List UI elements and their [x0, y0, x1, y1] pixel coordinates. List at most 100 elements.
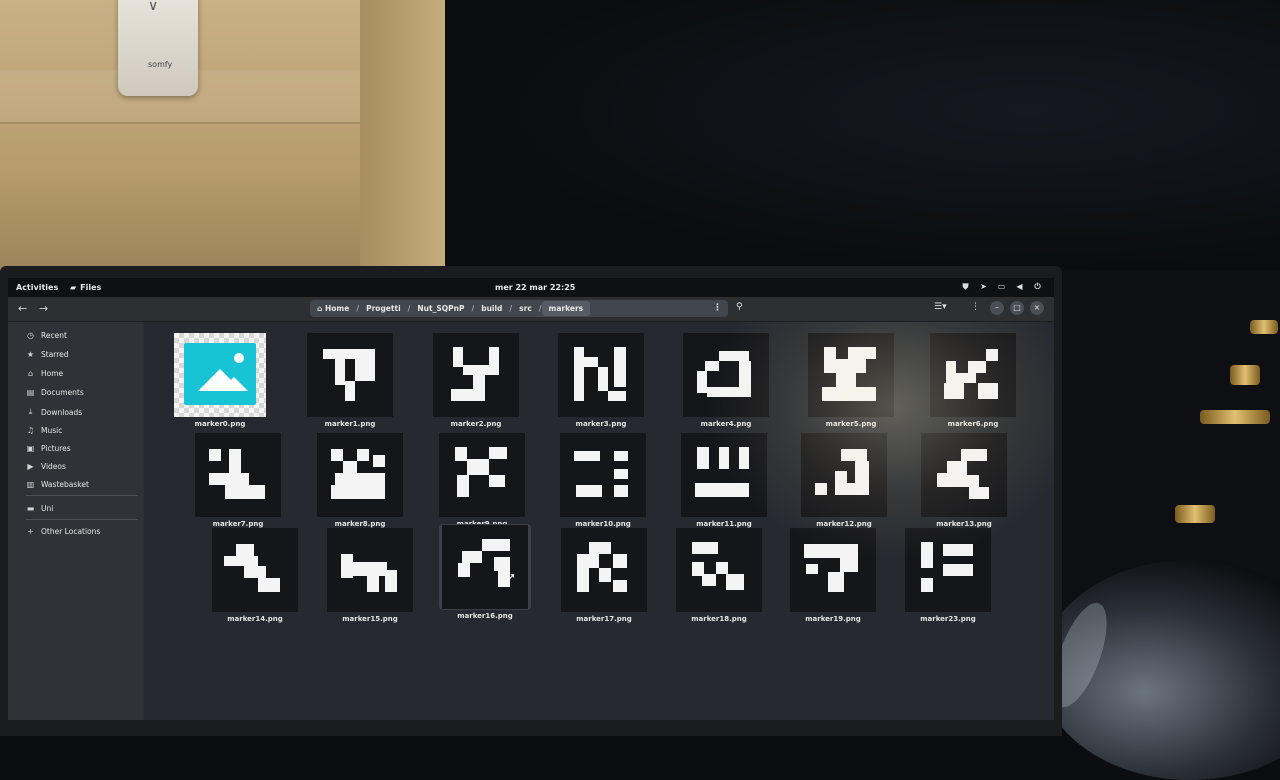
- list-view-icon[interactable]: ☰▾: [934, 302, 947, 312]
- sidebar-item-recent[interactable]: ◷ Recent: [26, 331, 67, 340]
- power-icon[interactable]: ⏻: [1033, 282, 1042, 292]
- marker-thumbnail: [676, 528, 762, 612]
- sidebar-item-uni[interactable]: ▬ Uni: [26, 504, 54, 513]
- marker-thumbnail: [560, 433, 646, 517]
- drive-icon: ▬: [26, 504, 35, 513]
- breadcrumb-build[interactable]: build: [474, 304, 509, 313]
- shield-icon[interactable]: ⛊: [961, 282, 970, 292]
- marker-thumbnail: [307, 333, 393, 417]
- system-tray[interactable]: ⛊ ➤ ▭ ◀ ⏻: [961, 282, 1042, 292]
- marker-thumbnail: [561, 528, 647, 612]
- brass-fitting: [1175, 505, 1215, 523]
- app-name: Files: [80, 283, 102, 292]
- marker-thumbnail: [683, 333, 769, 417]
- breadcrumb-nut-sqpnp[interactable]: Nut_SQPnP: [410, 304, 471, 313]
- breadcrumb-markers[interactable]: markers: [541, 301, 591, 316]
- marker-thumbnail: [433, 333, 519, 417]
- breadcrumb-home[interactable]: ⌂ Home: [310, 304, 356, 313]
- file-name: marker4.png: [700, 420, 752, 428]
- file-tile[interactable]: marker7.png: [189, 432, 287, 528]
- clock[interactable]: mer 22 mar 22:25: [495, 283, 575, 292]
- search-icon[interactable]: ⚲: [736, 302, 743, 312]
- file-tile[interactable]: marker1.png: [301, 332, 399, 428]
- breadcrumb-src[interactable]: src: [512, 304, 539, 313]
- volume-icon[interactable]: ◀: [1015, 282, 1024, 292]
- marker-thumbnail: [327, 528, 413, 612]
- file-tile[interactable]: marker5.png: [802, 332, 900, 428]
- brass-fitting: [1250, 320, 1278, 334]
- picture-icon: ▣: [26, 444, 35, 453]
- file-tile-selected[interactable]: marker16.png ➚: [436, 524, 534, 620]
- path-menu-button[interactable]: ⋮: [713, 303, 722, 313]
- file-name: marker23.png: [920, 615, 976, 623]
- marker-thumbnail: [195, 433, 281, 517]
- file-tile[interactable]: marker19.png: [784, 527, 882, 623]
- file-tile[interactable]: marker9.png: [433, 432, 531, 528]
- sidebar-item-videos[interactable]: ▶ Videos: [26, 462, 66, 471]
- forward-button[interactable]: →: [39, 302, 48, 315]
- sidebar-item-other-locations[interactable]: + Other Locations: [26, 527, 100, 536]
- file-tile[interactable]: marker23.png: [899, 527, 997, 623]
- file-tile[interactable]: marker13.png: [915, 432, 1013, 528]
- file-name: marker6.png: [947, 420, 999, 428]
- marker-thumbnail: [212, 528, 298, 612]
- sidebar-item-downloads[interactable]: ⤓ Downloads: [26, 407, 82, 417]
- file-tile[interactable]: marker4.png: [677, 332, 775, 428]
- sidebar-item-pictures[interactable]: ▣ Pictures: [26, 444, 71, 453]
- sidebar-item-music[interactable]: ♫ Music: [26, 426, 62, 435]
- home-icon: ⌂: [27, 369, 34, 378]
- sidebar-item-documents[interactable]: ▤ Documents: [26, 388, 84, 397]
- minimize-button[interactable]: –: [990, 301, 1004, 315]
- file-name: marker17.png: [576, 615, 632, 623]
- file-name: marker18.png: [691, 615, 747, 623]
- file-tile[interactable]: marker6.png: [924, 332, 1022, 428]
- file-tile[interactable]: marker10.png: [554, 432, 652, 528]
- file-name: marker19.png: [805, 615, 861, 623]
- download-icon: ⤓: [28, 407, 33, 416]
- header-bar: ← → ⌂ Home / Progetti / Nut_SQPnP / buil…: [8, 297, 1054, 322]
- file-tile[interactable]: marker15.png: [321, 527, 419, 623]
- image-file-icon: [174, 333, 266, 417]
- brass-fitting: [1230, 365, 1260, 385]
- video-icon: ▶: [27, 462, 34, 471]
- marker-thumbnail: [790, 528, 876, 612]
- breadcrumb-progetti[interactable]: Progetti: [359, 304, 408, 313]
- send-icon[interactable]: ➤: [979, 282, 988, 292]
- close-button[interactable]: ×: [1030, 301, 1044, 315]
- file-name: marker0.png: [194, 420, 246, 428]
- maximize-button[interactable]: □: [1010, 301, 1024, 315]
- screen-icon[interactable]: ▭: [997, 282, 1006, 292]
- file-name: marker1.png: [324, 420, 376, 428]
- menu-button[interactable]: ⋮: [971, 302, 980, 312]
- music-icon: ♫: [26, 426, 35, 435]
- marker-thumbnail: [801, 433, 887, 517]
- file-tile[interactable]: marker12.png: [795, 432, 893, 528]
- sidebar: ◷ Recent ★ Starred ⌂ Home ▤ Documents ⤓ …: [8, 322, 143, 720]
- file-tile[interactable]: marker11.png: [675, 432, 773, 528]
- file-tile[interactable]: marker18.png: [670, 527, 768, 623]
- home-icon: ⌂: [317, 304, 323, 313]
- activities-button[interactable]: Activities: [16, 283, 58, 292]
- sidebar-item-home[interactable]: ⌂ Home: [26, 369, 63, 378]
- clock-icon: ◷: [27, 331, 34, 340]
- file-tile[interactable]: marker14.png: [206, 527, 304, 623]
- file-tile[interactable]: marker2.png: [427, 332, 525, 428]
- sidebar-item-wastebasket[interactable]: ▥ Wastebasket: [26, 480, 89, 489]
- app-menu[interactable]: ▰ Files: [70, 283, 101, 292]
- file-tile[interactable]: marker0.png: [171, 332, 269, 428]
- marker-thumbnail: [442, 525, 528, 609]
- back-button[interactable]: ←: [18, 302, 27, 315]
- marker-thumbnail: [681, 433, 767, 517]
- marker-thumbnail: [905, 528, 991, 612]
- wall-remote: ∨ somfy: [118, 0, 198, 96]
- star-icon: ★: [26, 350, 35, 359]
- file-tile[interactable]: marker3.png: [552, 332, 650, 428]
- file-tile[interactable]: marker8.png: [311, 432, 409, 528]
- chevron-down-icon: ∨: [148, 0, 159, 14]
- file-name: marker16.png: [457, 612, 513, 620]
- file-tile[interactable]: marker17.png: [555, 527, 653, 623]
- plus-icon: +: [27, 527, 34, 536]
- marker-thumbnail: [317, 433, 403, 517]
- file-grid: marker0.png marker1.png marker2.png mark…: [144, 322, 1054, 720]
- sidebar-item-starred[interactable]: ★ Starred: [26, 350, 69, 359]
